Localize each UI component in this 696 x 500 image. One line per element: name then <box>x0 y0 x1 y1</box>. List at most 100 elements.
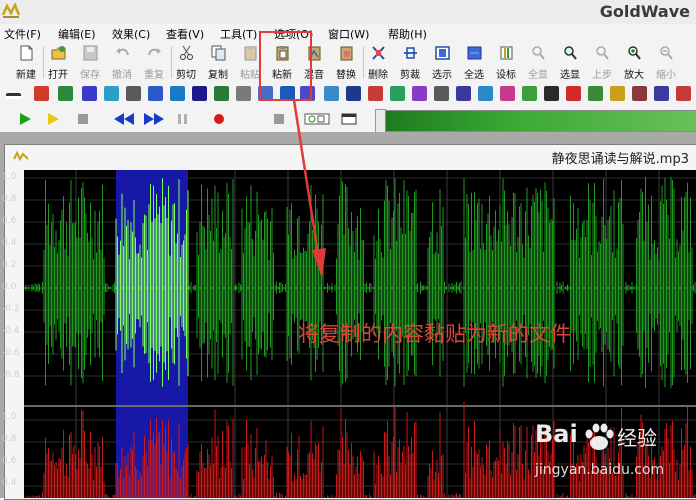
effect-spectrum-icon[interactable] <box>500 86 515 101</box>
fast-forward-icon[interactable] <box>142 111 166 127</box>
paste-icon <box>244 46 257 61</box>
menu-tools[interactable]: 工具(T) <box>220 26 257 42</box>
new-button[interactable]: 新建 <box>12 43 40 81</box>
effect-stereo-icon[interactable] <box>34 86 49 101</box>
y-tick-label: 0.8 <box>2 434 17 444</box>
effect-compressor-icon[interactable] <box>192 86 207 101</box>
pause-icon[interactable] <box>174 111 192 127</box>
effect-silence-icon[interactable] <box>478 86 493 101</box>
effect-pitch-icon[interactable] <box>148 86 163 101</box>
cut-button[interactable]: 剪切 <box>172 43 200 81</box>
effect-sweep-icon[interactable] <box>522 86 537 101</box>
undo-button[interactable]: 撤消 <box>108 43 136 81</box>
copy-icon <box>211 45 226 61</box>
redo-icon <box>148 48 161 56</box>
y-tick-label: -0.8 <box>2 370 20 380</box>
document-title: 静夜思诵读与解说.mp3 <box>551 152 689 167</box>
watermark-suffix: 经验 <box>617 426 657 450</box>
y-tick-label: 0.0 <box>2 282 17 292</box>
effect-play-icon[interactable] <box>588 86 603 101</box>
effect-doppler-icon[interactable] <box>368 86 383 101</box>
menu-bar: 文件(F) 编辑(E) 效果(C) 查看(V) 工具(T) 选项(O) 窗口(W… <box>0 24 696 43</box>
menu-effects[interactable]: 效果(C) <box>112 26 150 42</box>
trim-button[interactable]: 剪裁 <box>396 43 424 81</box>
toolbar-divider <box>43 46 44 78</box>
toolbar-divider <box>171 46 172 78</box>
show-selection-icon <box>435 46 450 60</box>
effect-clear-icon[interactable] <box>676 86 691 101</box>
y-tick-label: 0.4 <box>2 478 17 488</box>
effect-reverb-icon[interactable] <box>346 86 361 101</box>
play-icon[interactable] <box>16 111 34 127</box>
baidu-watermark: Bai 经验 jingyan.baidu.com <box>535 420 685 490</box>
level-meter <box>385 110 696 132</box>
menu-help[interactable]: 帮助(H) <box>388 26 427 42</box>
previous-view-button[interactable]: 上步 <box>588 43 616 81</box>
effect-channel-icon[interactable] <box>82 86 97 101</box>
paw-icon <box>585 423 614 450</box>
set-marker-button[interactable]: 设标 <box>492 43 520 81</box>
zoom-selection-button[interactable]: 选显 <box>556 43 584 81</box>
stop-icon[interactable] <box>74 111 92 127</box>
copy-button[interactable]: 复制 <box>204 43 232 81</box>
effect-equalizer-icon[interactable] <box>126 86 141 101</box>
y-tick-label: -0.6 <box>2 348 20 358</box>
replace-button[interactable]: 替换 <box>332 43 360 81</box>
redo-button[interactable]: 重复 <box>140 43 168 81</box>
menu-edit[interactable]: 编辑(E) <box>58 26 96 42</box>
goldwave-logo-icon <box>2 3 20 18</box>
effect-eq-icon[interactable] <box>610 86 625 101</box>
effect-fade-icon[interactable] <box>104 86 119 101</box>
delete-icon <box>372 46 385 60</box>
zoom-in-button[interactable]: 放大 <box>620 43 648 81</box>
main-toolbar: 新建 打开 保存 撤消 重复 剪切 复制 粘贴 粘新 混音 替换 删除 剪裁 选… <box>0 42 696 83</box>
menu-file[interactable]: 文件(F) <box>4 26 41 42</box>
menu-view[interactable]: 查看(V) <box>166 26 204 42</box>
rewind-icon[interactable] <box>112 111 136 127</box>
new-file-icon <box>20 45 33 61</box>
open-button[interactable]: 打开 <box>44 43 72 81</box>
show-all-button[interactable]: 全显 <box>524 43 552 81</box>
y-tick-label: 1.0 <box>2 172 17 182</box>
toolbar-divider <box>363 46 364 78</box>
effect-time-warp-icon[interactable] <box>412 86 427 101</box>
set-marker-icon <box>500 46 513 60</box>
select-all-button[interactable]: 全选 <box>460 43 488 81</box>
effect-filter-icon[interactable] <box>236 86 251 101</box>
record-icon[interactable] <box>210 111 228 127</box>
highlight-frame <box>259 31 312 101</box>
select-all-icon <box>467 46 482 60</box>
y-tick-label: 0.4 <box>2 238 17 248</box>
effect-noise-icon[interactable] <box>214 86 229 101</box>
menu-window[interactable]: 窗口(W) <box>328 26 369 42</box>
annotation-arrow <box>292 100 326 278</box>
effect-flanger-icon[interactable] <box>390 86 405 101</box>
effect-volume-icon[interactable] <box>6 93 21 99</box>
audio-document-icon <box>13 151 29 162</box>
effect-stop-icon[interactable] <box>632 86 647 101</box>
effect-marker-icon[interactable] <box>544 86 559 101</box>
y-tick-label: 0.2 <box>2 260 17 270</box>
replace-icon <box>340 46 353 61</box>
open-folder-icon <box>51 46 66 60</box>
cut-icon <box>180 45 193 60</box>
annotation-caption: 将复制的内容黏贴为新的文件 <box>298 322 571 346</box>
delete-button[interactable]: 删除 <box>364 43 392 81</box>
zoom-out-button[interactable]: 缩小 <box>652 43 680 81</box>
show-selection-button[interactable]: 选示 <box>428 43 456 81</box>
effect-mechanize-icon[interactable] <box>324 86 339 101</box>
trim-icon <box>404 47 417 59</box>
play-selection-icon[interactable] <box>44 111 62 127</box>
effect-shape-icon[interactable] <box>434 86 449 101</box>
window-icon[interactable] <box>340 111 358 127</box>
effect-echo-icon[interactable] <box>170 86 185 101</box>
undo-icon <box>116 48 129 56</box>
y-tick-label: -0.2 <box>2 304 20 314</box>
effect-loop-icon[interactable] <box>654 86 669 101</box>
effect-invert-icon[interactable] <box>58 86 73 101</box>
y-tick-label: 0.6 <box>2 216 17 226</box>
effect-interpolate-icon[interactable] <box>456 86 471 101</box>
effect-record-icon[interactable] <box>566 86 581 101</box>
zoom-in-icon <box>628 46 641 60</box>
save-button[interactable]: 保存 <box>76 43 104 81</box>
